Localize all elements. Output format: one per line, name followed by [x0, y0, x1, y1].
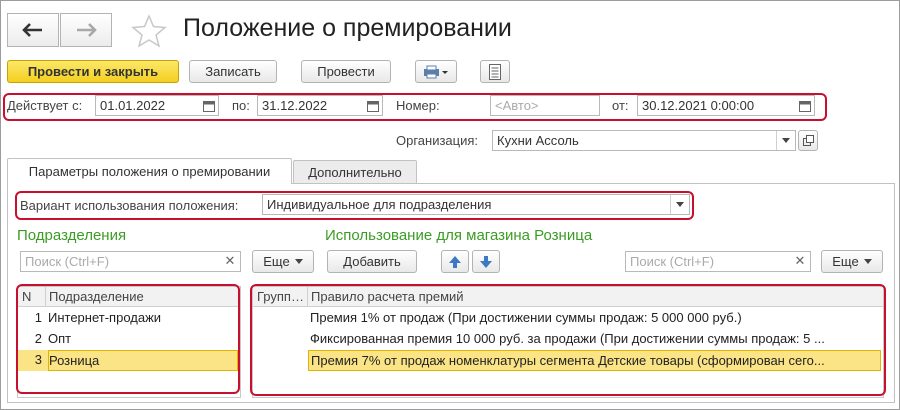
report-button[interactable] [480, 60, 510, 83]
departments-table-header: N Подразделение [18, 287, 240, 307]
rule-group [257, 329, 307, 349]
department-name: Интернет-продажи [48, 310, 162, 325]
document-list-icon [489, 63, 501, 80]
departments-title: Подразделения [17, 227, 127, 244]
arrow-down-icon [480, 255, 492, 268]
rule-description: Премия 7% от продаж номенклатуры сегмент… [308, 350, 881, 371]
departments-search-input[interactable]: Поиск (Ctrl+F) [20, 251, 241, 272]
forward-button[interactable] [60, 13, 112, 47]
variant-label: Вариант использования положения: [20, 198, 239, 213]
date-label: от: [612, 98, 629, 113]
variant-field[interactable]: Индивидуальное для подразделения [262, 194, 690, 215]
more-label: Еще [263, 254, 290, 269]
table-row[interactable]: Премия 1% от продаж (При достижении сумм… [253, 308, 883, 329]
row-number: 2 [34, 331, 42, 346]
variant-dropdown[interactable] [670, 195, 688, 214]
tab-additional[interactable]: Дополнительно [293, 160, 417, 184]
rule-description: Премия 1% от продаж (При достижении сумм… [310, 310, 742, 325]
row-number: 1 [34, 310, 42, 325]
print-button[interactable] [415, 60, 457, 83]
move-down-button[interactable] [472, 250, 500, 273]
calendar-icon[interactable] [201, 98, 217, 114]
table-row[interactable]: 2 Опт [18, 329, 240, 350]
page-title: Положение о премировании [183, 14, 512, 42]
department-name: Розница [48, 350, 238, 371]
move-up-button[interactable] [441, 250, 469, 273]
column-header-department[interactable]: Подразделение [49, 287, 234, 307]
organization-field[interactable]: Кухни Ассоль [492, 130, 796, 151]
post-button[interactable]: Провести [301, 60, 391, 83]
row-number: 3 [34, 352, 42, 367]
post-and-close-button[interactable]: Провести и закрыть [7, 60, 179, 83]
valid-from-label: Действует с: [7, 98, 83, 113]
organization-label: Организация: [396, 133, 479, 148]
arrow-up-icon [449, 255, 461, 268]
open-organization-button[interactable] [798, 130, 818, 151]
table-row-selected[interactable]: Премия 7% от продаж номенклатуры сегмент… [253, 350, 883, 371]
save-button[interactable]: Записать [189, 60, 277, 83]
rules-table-header: Группа... Правило расчета премий [253, 287, 883, 307]
table-row[interactable]: Фиксированная премия 10 000 руб. за прод… [253, 329, 883, 350]
departments-more-button[interactable]: Еще [252, 250, 314, 273]
clear-icon[interactable]: ✕ [792, 253, 808, 269]
number-label: Номер: [396, 98, 440, 113]
chevron-down-icon [294, 259, 303, 264]
column-header-n[interactable]: N [22, 287, 42, 307]
chevron-down-icon [675, 202, 684, 207]
arrow-left-icon [22, 23, 42, 37]
clear-icon[interactable]: ✕ [222, 253, 238, 269]
table-row[interactable]: 1 Интернет-продажи [18, 308, 240, 329]
calendar-icon[interactable] [365, 98, 381, 114]
table-row-selected[interactable]: 3 Розница [18, 350, 240, 371]
rule-description: Фиксированная премия 10 000 руб. за прод… [310, 331, 825, 346]
rule-group [257, 350, 307, 370]
calendar-icon[interactable] [797, 98, 813, 114]
rule-group [257, 308, 307, 328]
printer-icon [424, 65, 448, 78]
document-date-field[interactable]: 30.12.2021 0:00:00 [637, 95, 815, 116]
column-header-rule[interactable]: Правило расчета премий [311, 287, 871, 307]
usage-more-button[interactable]: Еще [821, 250, 883, 273]
usage-search-input[interactable]: Поиск (Ctrl+F) [625, 251, 811, 272]
back-button[interactable] [7, 13, 59, 47]
valid-to-label: по: [232, 98, 250, 113]
add-rule-button[interactable]: Добавить [327, 250, 417, 273]
more-label: Еще [832, 254, 859, 269]
organization-dropdown[interactable] [776, 131, 794, 150]
open-window-icon [802, 135, 814, 146]
chevron-down-icon [863, 259, 872, 264]
arrow-right-icon [77, 23, 97, 37]
usage-title: Использование для магазина Розница [325, 227, 593, 244]
number-field[interactable]: <Авто> [490, 95, 600, 116]
chevron-down-icon [781, 138, 790, 143]
column-header-group[interactable]: Группа... [257, 287, 307, 307]
favorite-star-icon[interactable] [131, 14, 167, 51]
tab-parameters[interactable]: Параметры положения о премировании [7, 158, 292, 184]
department-name: Опт [48, 331, 72, 346]
